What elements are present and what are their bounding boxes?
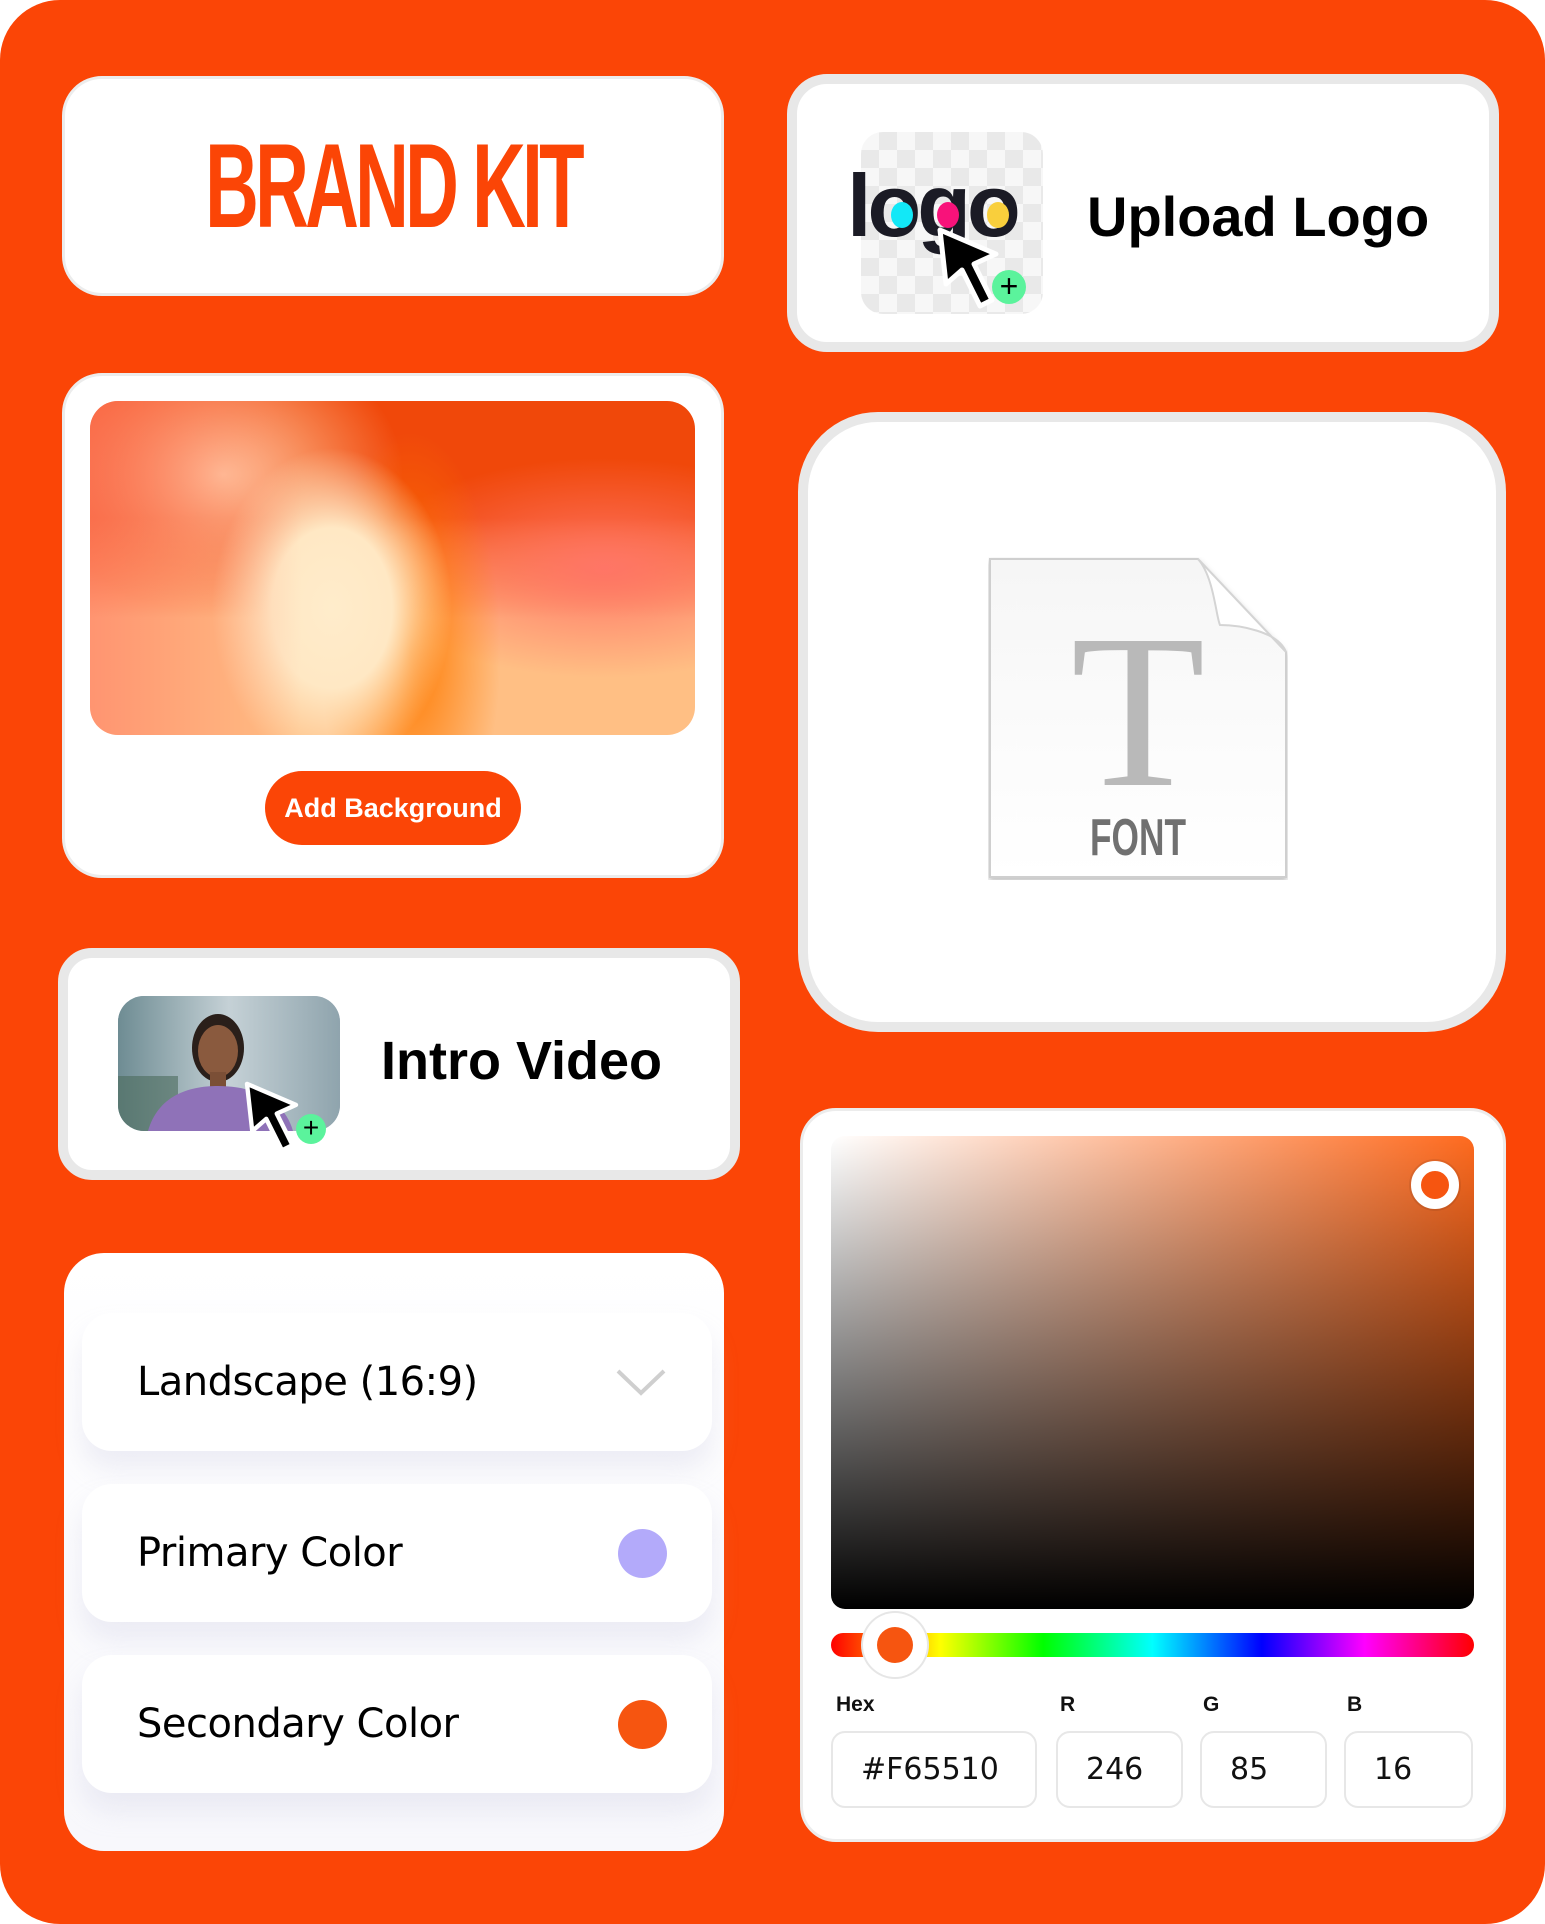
hue-slider[interactable] [831,1633,1474,1657]
b-input[interactable] [1344,1731,1473,1808]
aspect-ratio-dropdown[interactable]: Landscape (16:9) [82,1313,712,1451]
intro-video-card[interactable]: + Intro Video [58,948,740,1180]
secondary-color-label: Secondary Color [137,1701,459,1747]
hex-input[interactable] [831,1731,1037,1808]
b-label: B [1347,1693,1363,1716]
background-card: Add Background [62,373,724,878]
logo-dot-cyan [891,202,913,228]
add-icon: + [992,270,1026,304]
upload-logo-label[interactable]: Upload Logo [1087,184,1429,249]
r-label: R [1060,1693,1076,1716]
font-file-label: FONT [1090,809,1186,867]
add-icon: + [296,1114,326,1144]
add-background-button[interactable]: Add Background [265,771,521,845]
saturation-brightness-area[interactable] [831,1136,1474,1609]
brand-kit-title: BRAND KIT [205,119,584,253]
brand-kit-frame: BRAND KIT logo + Upload Logo Add Backgro… [0,0,1545,1924]
primary-color-swatch[interactable] [618,1528,667,1578]
intro-video-label[interactable]: Intro Video [381,1030,662,1092]
primary-color-row[interactable]: Primary Color [82,1484,712,1622]
font-file-icon: T FONT [989,558,1287,878]
hex-label: Hex [836,1693,875,1716]
secondary-color-swatch[interactable] [618,1699,667,1749]
background-preview-image [90,401,695,735]
hue-slider-handle[interactable] [863,1613,928,1677]
r-input[interactable] [1056,1731,1183,1808]
brand-settings-card: Landscape (16:9) Primary Color Secondary… [64,1253,724,1851]
g-label: G [1203,1693,1220,1716]
color-picker-card: Hex R G B [800,1108,1506,1842]
font-glyph: T [1071,589,1205,833]
upload-logo-card[interactable]: logo + Upload Logo [787,74,1499,352]
primary-color-label: Primary Color [137,1530,403,1576]
color-selector-handle[interactable] [1411,1160,1460,1209]
aspect-ratio-value: Landscape (16:9) [137,1359,478,1405]
font-upload-card[interactable]: T FONT [798,412,1506,1032]
chevron-down-icon [616,1369,666,1396]
g-input[interactable] [1200,1731,1327,1808]
brand-kit-title-card: BRAND KIT [62,76,724,296]
secondary-color-row[interactable]: Secondary Color [82,1655,712,1793]
